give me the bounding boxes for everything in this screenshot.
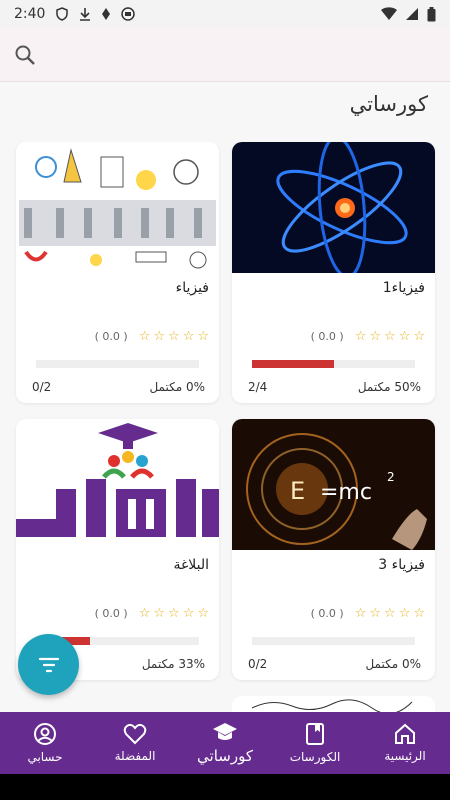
data-saver-icon <box>102 8 111 20</box>
star-icon: ☆ <box>354 606 367 621</box>
course-card[interactable]: فيزياء1 ( 0.0 ) ☆ ☆ ☆ ☆ ☆ 50% مكتمل 2/4 <box>232 142 435 403</box>
star-icon: ☆ <box>153 606 166 621</box>
star-icon: ☆ <box>168 606 180 621</box>
course-rating: ( 0.0 ) ☆ ☆ ☆ ☆ ☆ <box>95 607 209 620</box>
star-icon: ☆ <box>369 329 382 344</box>
star-icon: ☆ <box>384 329 396 344</box>
bottom-nav: الرئيسية الكورسات كورساتي المفضلة حسابي <box>0 712 450 774</box>
star-icon: ☆ <box>182 606 195 621</box>
course-title: فيزياء 3 <box>378 557 425 573</box>
filter-button[interactable] <box>18 634 79 695</box>
course-title: فيزياء <box>175 280 209 296</box>
star-icon: ☆ <box>398 329 411 344</box>
star-icon: ☆ <box>153 329 166 344</box>
home-icon <box>395 723 415 744</box>
lesson-count: 2/4 <box>248 380 268 394</box>
book-icon <box>306 723 324 745</box>
lesson-count: 0/2 <box>32 380 52 394</box>
star-icon: ☆ <box>197 606 209 621</box>
emc2-image: E =mc 2 <box>232 419 435 550</box>
nav-item-home[interactable]: الرئيسية <box>360 723 450 763</box>
physics-doodle-image <box>16 142 219 273</box>
course-rating: ( 0.0 ) ☆ ☆ ☆ ☆ ☆ <box>95 330 209 343</box>
course-title: البلاغة <box>173 557 209 573</box>
nav-label: حسابي <box>27 750 63 764</box>
courses-grid: فيزياء1 ( 0.0 ) ☆ ☆ ☆ ☆ ☆ 50% مكتمل 2/4 <box>0 142 450 712</box>
nav-label: الكورسات <box>289 750 341 764</box>
svg-text:=mc: =mc <box>320 480 372 505</box>
nav-item-courses[interactable]: الكورسات <box>270 722 360 764</box>
star-icon: ☆ <box>384 606 396 621</box>
svg-text:E: E <box>290 477 305 505</box>
rating-score: ( 0.0 ) <box>94 607 128 620</box>
signal-icon <box>406 8 418 20</box>
rating-score: ( 0.0 ) <box>94 330 128 343</box>
rating-score: ( 0.0 ) <box>310 607 344 620</box>
star-icon: ☆ <box>354 329 367 344</box>
status-bar: 2:40 <box>0 0 450 28</box>
progress-percent: 0% مكتمل <box>149 380 205 394</box>
star-icon: ☆ <box>413 606 425 621</box>
nav-item-my-courses[interactable]: كورساتي <box>180 721 270 765</box>
progress-percent: 50% مكتمل <box>357 380 421 394</box>
star-icon: ☆ <box>138 329 151 344</box>
heart-icon <box>123 723 147 745</box>
star-icon: ☆ <box>197 329 209 344</box>
course-thumbnail-peek <box>251 699 413 712</box>
progress-percent: 0% مكتمل <box>365 657 421 671</box>
progress-percent: 33% مكتمل <box>141 657 205 671</box>
graduation-logo-image <box>16 419 219 550</box>
star-icon: ☆ <box>138 606 151 621</box>
course-thumbnail <box>16 419 219 550</box>
course-rating: ( 0.0 ) ☆ ☆ ☆ ☆ ☆ <box>311 330 425 343</box>
app-notification-icon <box>121 7 136 21</box>
graduation-cap-icon <box>213 723 237 740</box>
download-icon <box>80 8 91 21</box>
filter-icon <box>38 657 59 672</box>
nav-label: الرئيسية <box>384 749 426 763</box>
search-bar[interactable] <box>0 28 450 82</box>
svg-text:2: 2 <box>387 470 395 484</box>
star-icon: ☆ <box>182 329 195 344</box>
status-time: 2:40 <box>14 6 46 22</box>
lesson-count: 0/2 <box>248 657 268 671</box>
star-icon: ☆ <box>413 329 425 344</box>
rating-score: ( 0.0 ) <box>310 330 344 343</box>
course-card[interactable]: فيزياء ( 0.0 ) ☆ ☆ ☆ ☆ ☆ 0% مكتمل 0/2 <box>16 142 219 403</box>
nav-label: كورساتي <box>197 747 253 765</box>
course-card[interactable]: E =mc 2 فيزياء 3 ( 0.0 ) ☆ ☆ ☆ ☆ ☆ 0% مك… <box>232 419 435 680</box>
course-thumbnail <box>232 142 435 273</box>
star-icon: ☆ <box>168 329 180 344</box>
nav-item-favorites[interactable]: المفضلة <box>90 723 180 763</box>
course-rating: ( 0.0 ) ☆ ☆ ☆ ☆ ☆ <box>311 607 425 620</box>
course-thumbnail <box>16 142 219 273</box>
star-icon: ☆ <box>398 606 411 621</box>
wifi-icon <box>381 7 397 20</box>
progress-bar <box>252 637 415 645</box>
course-card-peek[interactable] <box>232 696 435 712</box>
shield-icon <box>56 7 69 21</box>
system-navigation-bar <box>0 774 450 800</box>
course-thumbnail: E =mc 2 <box>232 419 435 550</box>
course-title: فيزياء1 <box>382 280 425 296</box>
account-icon <box>34 723 56 745</box>
star-icon: ☆ <box>369 606 382 621</box>
progress-bar <box>36 360 199 368</box>
nav-label: المفضلة <box>114 749 156 763</box>
battery-icon <box>427 6 436 21</box>
nav-item-account[interactable]: حسابي <box>0 722 90 764</box>
atom-image <box>232 142 435 273</box>
search-icon[interactable] <box>14 44 36 66</box>
progress-fill <box>252 360 334 368</box>
page-title: كورساتي <box>349 92 428 116</box>
progress-bar <box>252 360 415 368</box>
